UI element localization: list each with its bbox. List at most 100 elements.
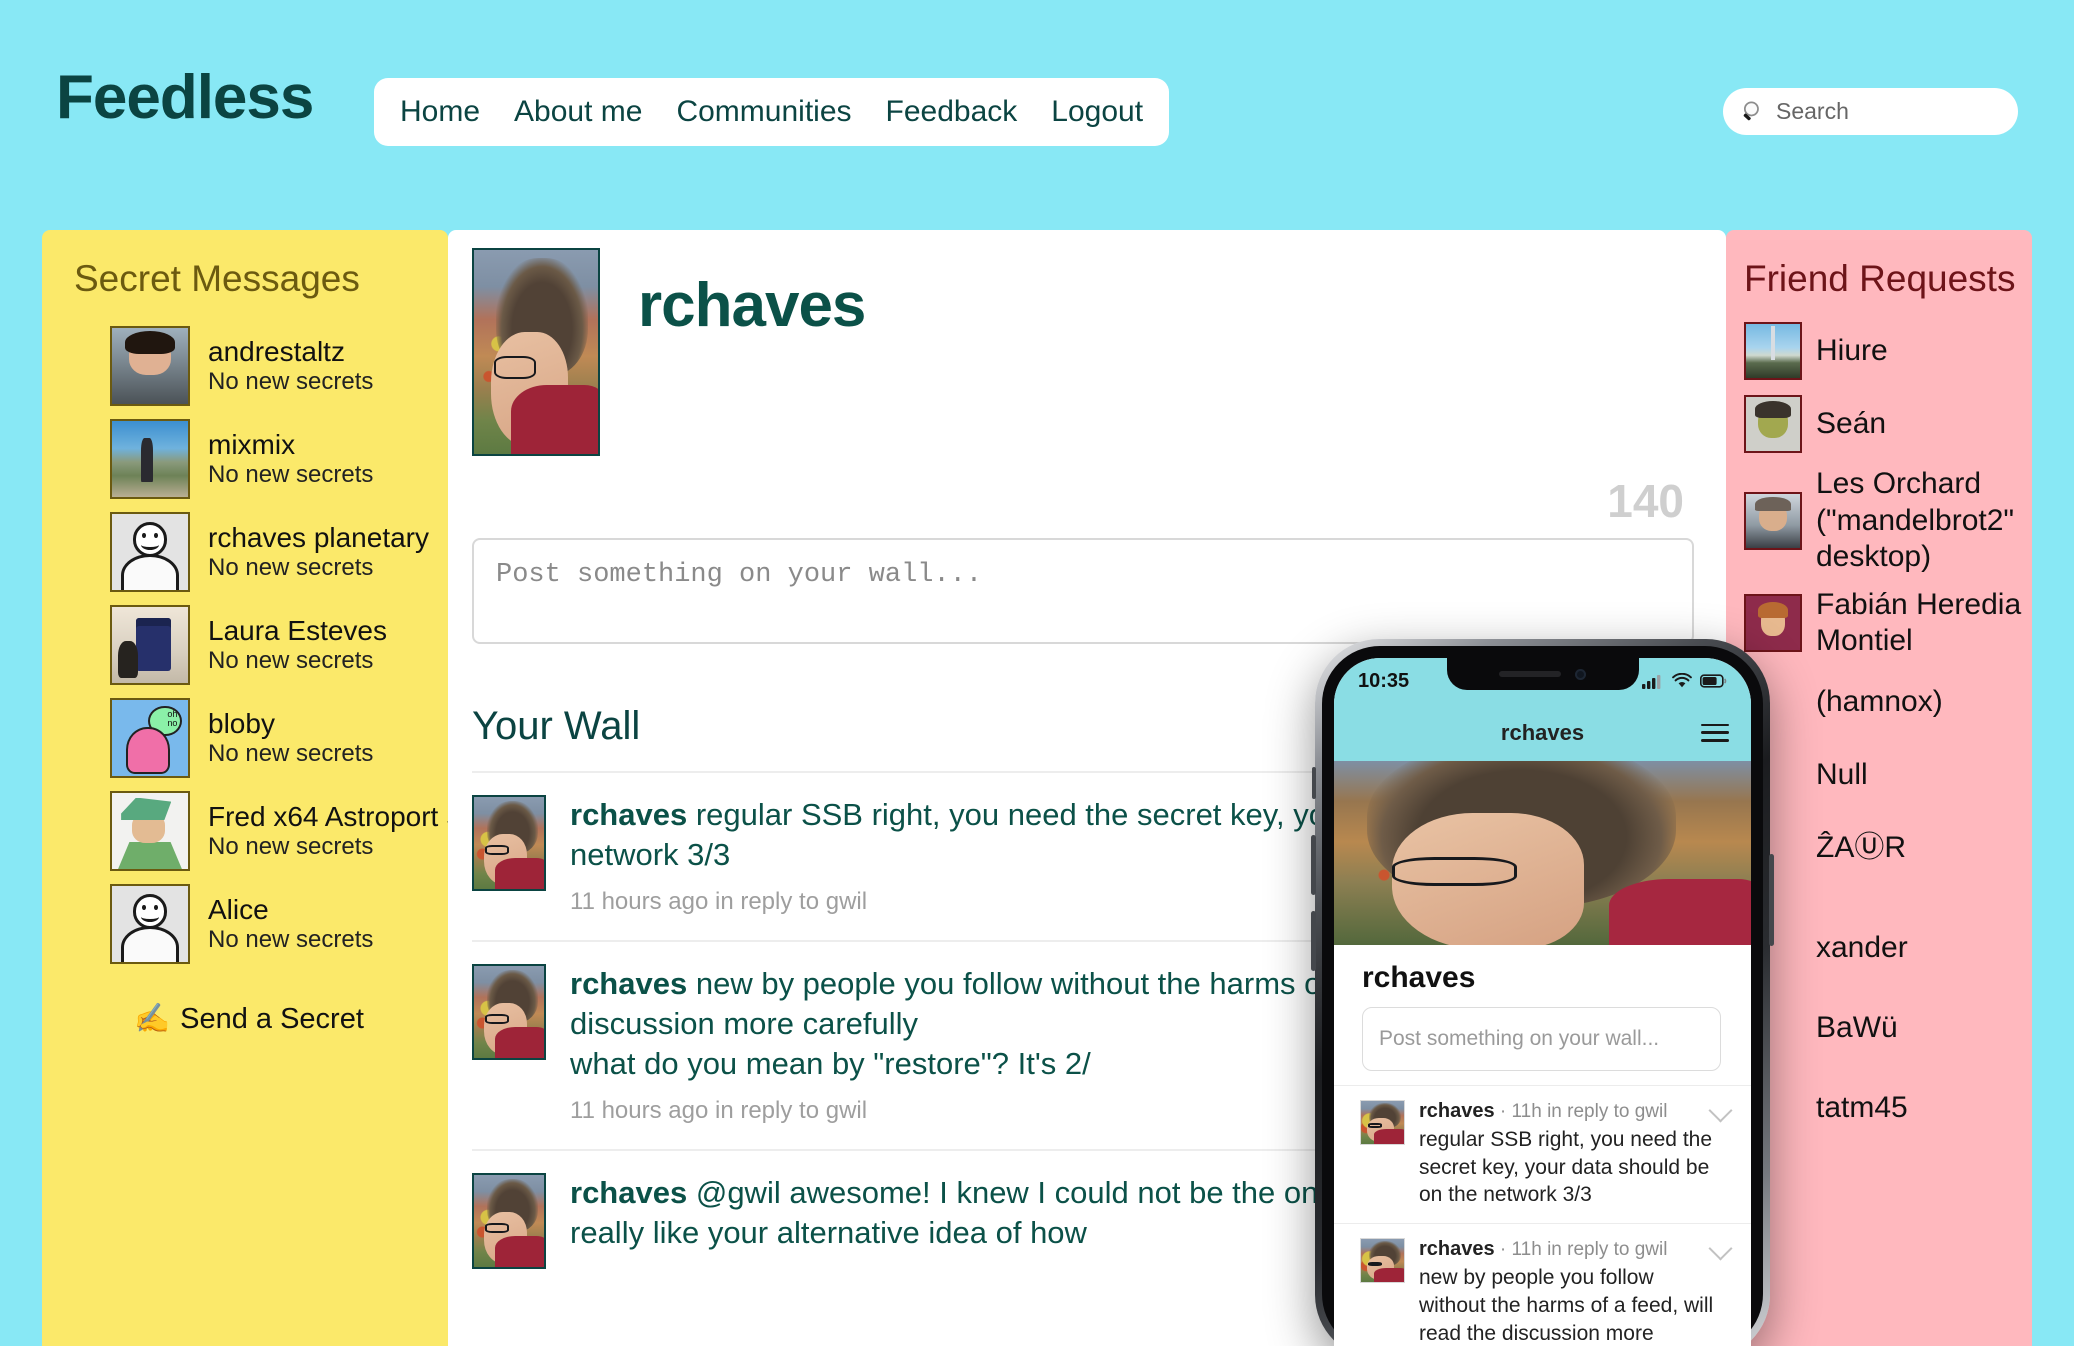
phone-post-author[interactable]: rchaves	[1419, 1100, 1495, 1122]
list-item-status: No new secrets	[208, 368, 374, 395]
friend-request-name: Null	[1816, 757, 1868, 791]
phone-volume-up-button[interactable]	[1311, 835, 1316, 895]
phone-mockup: 10:35 rchaves rchaves Post something on …	[1311, 639, 1774, 1346]
phone-post-author[interactable]: rchaves	[1419, 1238, 1495, 1260]
friend-request-name: Les Orchard ("mandelbrot2" desktop)	[1816, 467, 2015, 574]
top-navigation-bar: Feedless Home About me Communities Feedb…	[0, 0, 2074, 230]
list-item[interactable]: Null	[1744, 744, 2032, 806]
phone-app-title: rchaves	[1500, 719, 1585, 745]
nav-item-communities[interactable]: Communities	[676, 95, 851, 129]
phone-post-text: regular SSB right, you need the secret k…	[1419, 1128, 1713, 1207]
phone-profile-name: rchaves	[1362, 961, 1476, 994]
phone-post-meta: · 11h in reply to gwil	[1499, 1101, 1668, 1122]
nav-item-home[interactable]: Home	[400, 95, 480, 129]
search-field[interactable]: Search	[1723, 88, 2018, 135]
list-item[interactable]: mixmix No new secrets	[110, 419, 448, 499]
avatar: oh no	[110, 698, 190, 778]
list-item-status: No new secrets	[208, 647, 374, 674]
post-author[interactable]: rchaves	[570, 1175, 687, 1210]
avatar	[1360, 1100, 1405, 1145]
writing-hand-icon: ✍	[134, 1003, 171, 1035]
friend-request-name: Hiure	[1816, 333, 1888, 367]
avatar	[1744, 491, 1802, 550]
avatar	[110, 791, 190, 871]
list-item[interactable]: (hamnox)	[1744, 671, 2032, 733]
list-item-status: No new secrets	[208, 740, 374, 767]
friend-request-name: tatm45	[1816, 1090, 1908, 1124]
list-item-name: andrestaltz	[208, 336, 345, 367]
hamburger-icon[interactable]	[1701, 723, 1729, 742]
friend-requests-title: Friend Requests	[1744, 258, 2016, 299]
status-clock: 10:35	[1358, 669, 1410, 692]
post-author[interactable]: rchaves	[570, 797, 687, 832]
friend-request-name: BaWü	[1816, 1010, 1898, 1044]
list-item[interactable]: Hiure	[1744, 320, 2032, 382]
list-item-name: Alice	[208, 894, 269, 925]
secret-messages-panel: Secret Messages andrestaltz No new secre…	[42, 230, 448, 1346]
list-item-name: Fred x64 Astroport S	[208, 801, 448, 832]
phone-composer-input[interactable]: Post something on your wall...	[1362, 1007, 1721, 1071]
list-item-name: mixmix	[208, 429, 296, 460]
phone-power-button[interactable]	[1769, 854, 1774, 946]
avatar	[110, 419, 190, 499]
list-item-name: rchaves planetary	[208, 522, 430, 553]
list-item[interactable]: andrestaltz No new secrets	[110, 326, 448, 406]
search-placeholder: Search	[1776, 98, 1849, 124]
list-item[interactable]: Alice No new secrets	[110, 884, 448, 964]
wall-composer-input[interactable]: Post something on your wall...	[472, 538, 1694, 644]
avatar	[110, 512, 190, 592]
avatar	[472, 795, 546, 891]
list-item[interactable]: rchaves · 11h in reply to gwil regular S…	[1334, 1085, 1751, 1223]
list-item[interactable]: rchaves planetary No new secrets	[110, 512, 448, 592]
friend-request-name: Seán	[1816, 406, 1887, 440]
list-item[interactable]: xander	[1744, 917, 2032, 979]
earpiece-speaker-icon	[1499, 671, 1561, 677]
battery-icon	[1700, 674, 1727, 688]
post-author[interactable]: rchaves	[570, 966, 687, 1001]
secret-messages-title: Secret Messages	[74, 258, 360, 299]
list-item[interactable]: Seán	[1744, 393, 2032, 455]
search-icon	[1743, 101, 1759, 121]
list-item[interactable]: Laura Esteves No new secrets	[110, 605, 448, 685]
nav-item-logout[interactable]: Logout	[1051, 95, 1143, 129]
avatar	[472, 964, 546, 1061]
profile-header: rchaves	[472, 248, 1694, 456]
avatar	[110, 326, 190, 406]
front-camera-icon	[1575, 668, 1586, 680]
phone-post-text: new by people you follow without the har…	[1419, 1266, 1714, 1345]
list-item[interactable]: BaWü	[1744, 997, 2032, 1059]
list-item[interactable]: Fabián Heredia Montiel	[1744, 587, 2032, 660]
list-item-status: No new secrets	[208, 461, 374, 488]
page-title: rchaves	[638, 271, 866, 340]
avatar	[1744, 395, 1802, 453]
avatar	[110, 605, 190, 685]
avatar	[1360, 1238, 1405, 1284]
phone-volume-down-button[interactable]	[1311, 911, 1316, 971]
phone-screen: 10:35 rchaves rchaves Post something on …	[1334, 658, 1751, 1346]
brand-logo[interactable]: Feedless	[56, 62, 314, 133]
send-secret-label: Send a Secret	[180, 1002, 364, 1035]
phone-app-bar: rchaves	[1334, 704, 1751, 761]
phone-silent-switch[interactable]	[1312, 767, 1316, 799]
left-gutter	[0, 230, 42, 1346]
avatar	[110, 884, 190, 964]
list-item-status: No new secrets	[208, 554, 374, 581]
list-item[interactable]: ẐAⓊR	[1744, 817, 2032, 879]
send-secret-button[interactable]: ✍ Send a Secret	[134, 1002, 448, 1036]
list-item-name: Laura Esteves	[208, 615, 387, 646]
nav-item-about-me[interactable]: About me	[514, 95, 642, 129]
list-item[interactable]: Fred x64 Astroport S No new secrets	[110, 791, 448, 871]
phone-post-meta: · 11h in reply to gwil	[1499, 1239, 1668, 1261]
phone-notch	[1446, 658, 1639, 690]
nav-item-feedback[interactable]: Feedback	[886, 95, 1018, 129]
friend-request-name: Fabián Heredia Montiel	[1816, 587, 2022, 658]
list-item[interactable]: Les Orchard ("mandelbrot2" desktop)	[1744, 466, 2032, 576]
avatar	[1744, 322, 1802, 380]
phone-cover-photo	[1334, 761, 1751, 945]
list-item[interactable]: tatm45	[1744, 1077, 2032, 1139]
composer-placeholder: Post something on your wall...	[496, 560, 983, 590]
list-item[interactable]: oh no bloby No new secrets	[110, 698, 448, 778]
profile-avatar[interactable]	[472, 248, 600, 456]
list-item[interactable]: rchaves · 11h in reply to gwil new by pe…	[1334, 1223, 1751, 1346]
avatar	[472, 1173, 546, 1270]
